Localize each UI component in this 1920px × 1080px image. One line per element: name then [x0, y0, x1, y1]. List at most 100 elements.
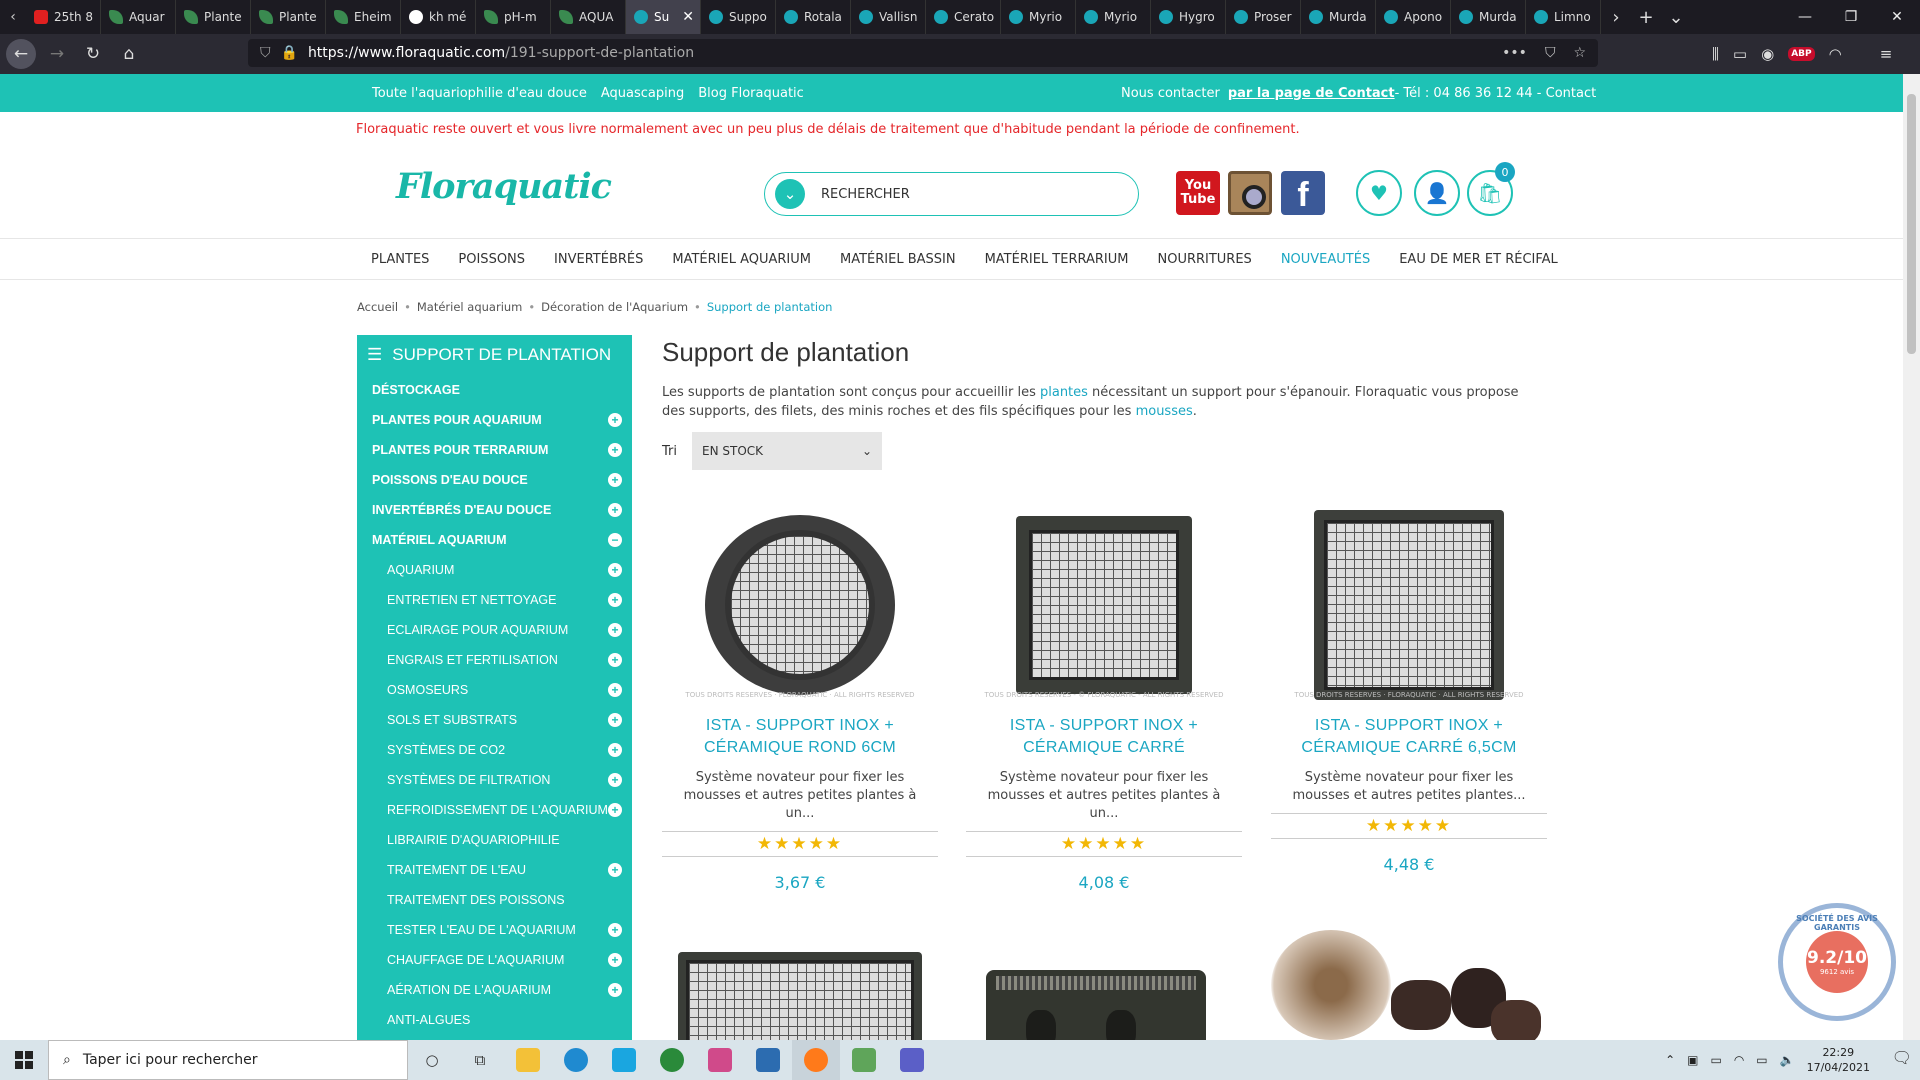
firefox-icon[interactable]	[792, 1040, 840, 1080]
teams-icon[interactable]	[888, 1040, 936, 1080]
sidebar-item[interactable]: SYSTÈMES DE FILTRATION +	[357, 765, 632, 795]
product-name[interactable]: ISTA - SUPPORT INOX + CÉRAMIQUE CARRÉ 6,5…	[1271, 715, 1547, 759]
tab-list-dropdown-icon[interactable]: ⌄	[1661, 7, 1691, 28]
sidebar-item[interactable]: SOLS ET SUBSTRATS +	[357, 705, 632, 735]
breadcrumb-item[interactable]: Support de plantation	[707, 300, 833, 314]
expand-icon[interactable]: +	[608, 863, 622, 877]
browser-tab[interactable]: Myrio	[1076, 0, 1151, 34]
edge-icon[interactable]	[552, 1040, 600, 1080]
browser-tab[interactable]: Myrio	[1001, 0, 1076, 34]
tab-scroll-left-icon[interactable]: ‹	[0, 0, 26, 34]
bookmark-star-icon[interactable]: ☆	[1573, 45, 1586, 61]
browser-tab[interactable]: Vallisn	[851, 0, 926, 34]
collapse-icon[interactable]: −	[608, 533, 622, 547]
top-link-aquascaping[interactable]: Aquascaping	[601, 86, 684, 101]
restore-icon[interactable]: ❐	[1828, 0, 1874, 34]
product-card[interactable]: TOUS DROITS RESERVES · FLORAQUATIC · ALL…	[662, 505, 938, 892]
wifi-icon[interactable]: ◠	[1734, 1053, 1744, 1067]
clock[interactable]: 22:29 17/04/2021	[1807, 1045, 1870, 1075]
expand-icon[interactable]: +	[608, 923, 622, 937]
sidebar-item[interactable]: DÉSTOCKAGE	[357, 375, 632, 405]
browser-tab[interactable]: kh mé	[401, 0, 476, 34]
shield-icon[interactable]: ⛉	[260, 45, 271, 61]
library-icon[interactable]: ⫼	[1712, 45, 1719, 63]
wishlist-icon[interactable]: ♥	[1356, 170, 1402, 216]
sort-select[interactable]: EN STOCK ⌄	[692, 432, 882, 470]
expand-icon[interactable]: +	[608, 503, 622, 517]
search-bar[interactable]: ⌄ RECHERCHER	[764, 172, 1139, 216]
expand-icon[interactable]: +	[608, 683, 622, 697]
youtube-icon[interactable]: You Tube	[1176, 171, 1220, 215]
sidebar-item[interactable]: ECLAIRAGE POUR AQUARIUM +	[357, 615, 632, 645]
cortana-icon[interactable]: ○	[408, 1040, 456, 1080]
expand-icon[interactable]: +	[608, 653, 622, 667]
browser-tab[interactable]: Proser	[1226, 0, 1301, 34]
expand-icon[interactable]: +	[608, 803, 622, 817]
sidebar-item[interactable]: CHAUFFAGE DE L'AQUARIUM +	[357, 945, 632, 975]
sidebar-item[interactable]: AQUARIUM +	[357, 555, 632, 585]
page-actions-icon[interactable]: •••	[1502, 45, 1527, 61]
menu-item[interactable]: NOURRITURES	[1157, 252, 1251, 267]
notepad-icon[interactable]	[840, 1040, 888, 1080]
sidebar-item[interactable]: ENGRAIS ET FERTILISATION +	[357, 645, 632, 675]
menu-hamburger-icon[interactable]: ≡	[1880, 45, 1893, 63]
expand-icon[interactable]: +	[608, 953, 622, 967]
sidebar-item[interactable]: POISSONS D'EAU DOUCE +	[357, 465, 632, 495]
minimize-icon[interactable]: —	[1782, 0, 1828, 34]
sidebar-item[interactable]: PLANTES POUR AQUARIUM +	[357, 405, 632, 435]
menu-item[interactable]: NOUVEAUTÉS	[1281, 252, 1370, 267]
windows-start-icon[interactable]	[0, 1040, 48, 1080]
browser-tab[interactable]: Plante	[251, 0, 326, 34]
expand-icon[interactable]: +	[608, 413, 622, 427]
expand-icon[interactable]: +	[608, 983, 622, 997]
url-bar[interactable]: ⛉ 🔒 https://www.floraquatic.com/191-supp…	[248, 39, 1598, 67]
page-scrollbar[interactable]	[1903, 74, 1920, 1040]
product-card[interactable]: TOUS DROITS RESERVES - © FLORAQUATIC - A…	[966, 505, 1242, 892]
app-badge-icon[interactable]	[696, 1040, 744, 1080]
browser-tab[interactable]: Rotala	[776, 0, 851, 34]
menu-item[interactable]: POISSONS	[458, 252, 525, 267]
extension-icon[interactable]: ◠	[1829, 45, 1842, 63]
browser-tab[interactable]: Hygro	[1151, 0, 1226, 34]
expand-icon[interactable]: +	[608, 623, 622, 637]
tab-scroll-right-icon[interactable]: ›	[1601, 7, 1631, 28]
sidebar-item[interactable]: OSMOSEURS +	[357, 675, 632, 705]
forward-icon[interactable]: →	[42, 39, 72, 69]
expand-icon[interactable]: +	[608, 563, 622, 577]
instagram-icon[interactable]	[1228, 171, 1272, 215]
browser-tab[interactable]: Apono	[1376, 0, 1451, 34]
battery-icon[interactable]: ▭	[1756, 1053, 1767, 1067]
top-link-freshwater[interactable]: Toute l'aquariophilie d'eau douce	[372, 86, 587, 101]
expand-icon[interactable]: +	[608, 443, 622, 457]
menu-item[interactable]: MATÉRIEL BASSIN	[840, 252, 956, 267]
breadcrumb-item[interactable]: Décoration de l'Aquarium	[541, 300, 688, 314]
file-explorer-icon[interactable]	[504, 1040, 552, 1080]
product-image[interactable]	[1271, 930, 1547, 1040]
adblock-icon[interactable]: ABP	[1788, 47, 1815, 61]
sidebar-item[interactable]: PLANTES POUR TERRARIUM +	[357, 435, 632, 465]
notifications-icon[interactable]: 🗨	[1892, 1048, 1912, 1067]
product-name[interactable]: ISTA - SUPPORT INOX + CÉRAMIQUE ROND 6CM	[662, 715, 938, 759]
expand-icon[interactable]: +	[608, 473, 622, 487]
mousses-link[interactable]: mousses	[1136, 404, 1193, 419]
taskbar-search-input[interactable]: Taper ici pour rechercher	[83, 1052, 258, 1068]
product-card[interactable]: TOUS DROITS RESERVES · FLORAQUATIC · ALL…	[1271, 505, 1547, 874]
product-image[interactable]: TOUS DROITS RESERVES · FLORAQUATIC · ALL…	[662, 505, 938, 705]
wordpress-icon[interactable]	[648, 1040, 696, 1080]
browser-tab[interactable]: AQUA	[551, 0, 626, 34]
new-tab-icon[interactable]: +	[1631, 7, 1661, 28]
display-icon[interactable]: ▭	[1710, 1053, 1721, 1067]
expand-icon[interactable]: +	[608, 593, 622, 607]
contact-page-link[interactable]: par la page de Contact	[1228, 86, 1395, 101]
sidebar-item[interactable]: TRAITEMENT DE L'EAU +	[357, 855, 632, 885]
breadcrumb-item[interactable]: Matériel aquarium	[417, 300, 523, 314]
product-image[interactable]	[986, 930, 1206, 1040]
expand-icon[interactable]: +	[608, 773, 622, 787]
sidebar-item[interactable]: ANTI-ALGUES	[357, 1005, 632, 1035]
menu-item[interactable]: EAU DE MER ET RÉCIFAL	[1399, 252, 1558, 267]
taskbar-search[interactable]: ⌕ Taper ici pour rechercher	[48, 1040, 408, 1080]
menu-item[interactable]: INVERTÉBRÉS	[554, 252, 643, 267]
top-link-blog[interactable]: Blog Floraquatic	[698, 86, 804, 101]
breadcrumb-item[interactable]: Accueil	[357, 300, 398, 314]
browser-tab[interactable]: Cerato	[926, 0, 1001, 34]
